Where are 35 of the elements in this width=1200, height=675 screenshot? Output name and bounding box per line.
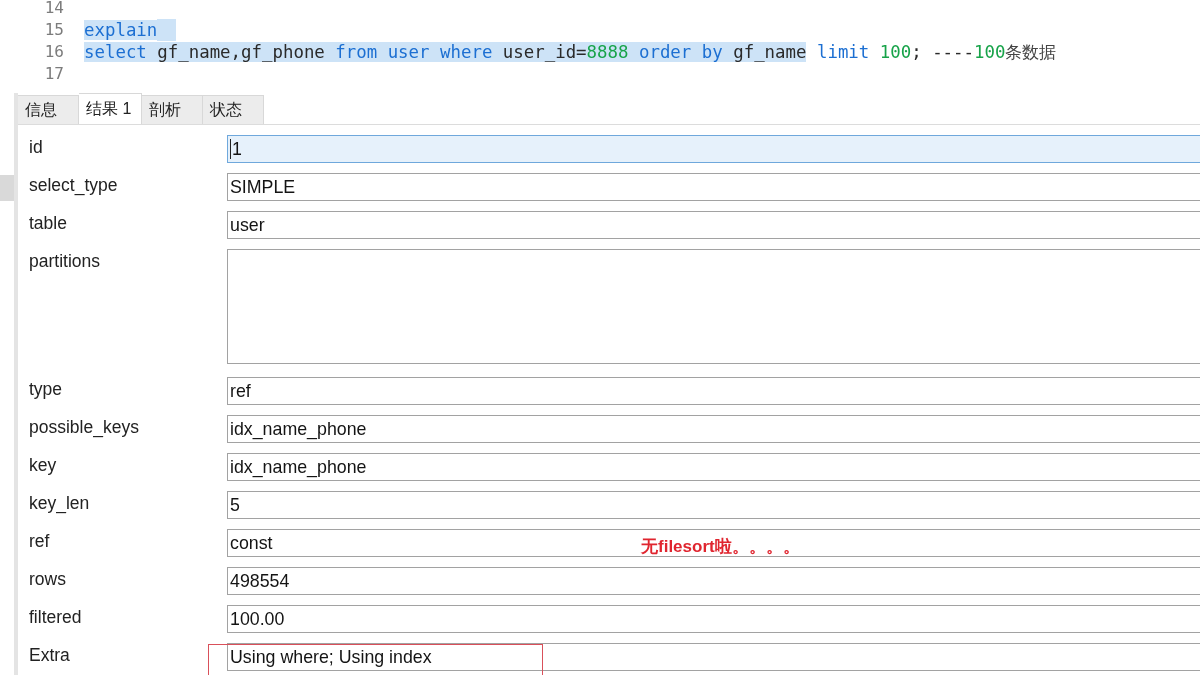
field-label: partitions (28, 250, 101, 273)
result-tab[interactable]: 信息 (18, 95, 79, 124)
text-field[interactable]: Using where; Using index (227, 643, 1200, 671)
text-field[interactable]: user (227, 211, 1200, 239)
text-field[interactable]: 5 (227, 491, 1200, 519)
text-area[interactable] (227, 249, 1200, 364)
text-field[interactable]: 1 (227, 135, 1200, 163)
result-tab[interactable]: 状态 (203, 95, 265, 124)
result-tab[interactable]: 结果 1 (79, 93, 143, 124)
field-label: key_len (28, 492, 91, 515)
field-label: id (28, 136, 44, 159)
field-label: Extra (28, 644, 71, 667)
splitter-handle[interactable] (0, 175, 14, 201)
text-field[interactable]: SIMPLE (227, 173, 1200, 201)
code-line: select gf_name,gf_phone from user where user_id=8888 order by gf_name limit 100; ----100条数据 (84, 41, 1057, 63)
field-label: rows (28, 568, 67, 591)
field-label: possible_keys (28, 416, 140, 439)
field-label: key (28, 454, 58, 477)
field-label: ref (28, 530, 51, 553)
text-field[interactable]: 100.00 (227, 605, 1200, 633)
text-field[interactable]: 498554 (227, 567, 1200, 595)
line-number: 14 (43, 0, 65, 19)
text-field[interactable]: idx_name_phone (227, 415, 1200, 443)
field-label: table (28, 212, 68, 235)
field-label: type (28, 378, 64, 401)
result-tab[interactable]: 剖析 (142, 95, 204, 124)
line-number: 15 (43, 19, 65, 41)
annotation-text: 无filesort啦。。。。 (641, 537, 800, 557)
field-label: select_type (28, 174, 119, 197)
text-field[interactable]: ref (227, 377, 1200, 405)
text-cursor-icon (230, 139, 231, 159)
line-number: 16 (43, 41, 65, 63)
field-label: filtered (28, 606, 83, 629)
text-field[interactable]: idx_name_phone (227, 453, 1200, 481)
line-number: 17 (43, 63, 65, 85)
